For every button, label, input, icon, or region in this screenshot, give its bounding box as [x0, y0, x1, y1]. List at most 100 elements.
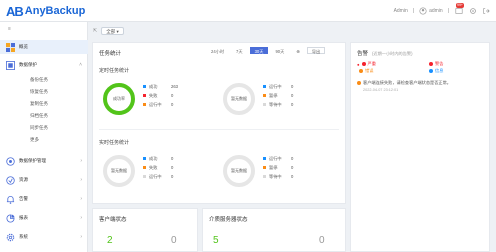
alert-level[interactable]: 错误	[357, 68, 373, 74]
media-server-status-panel: 介质服务器状态 5 0	[202, 208, 346, 252]
legend-dot	[263, 103, 266, 106]
alert-level-label: 错误	[365, 68, 374, 73]
alert-message[interactable]: 客户端连接失败，请检查客户端状态是否正常。	[357, 80, 451, 86]
alert-dot	[429, 69, 433, 73]
chevron-right-icon: ›	[80, 177, 82, 183]
alert-level[interactable]: 警告	[427, 61, 443, 67]
sidebar-item-label: 系统	[19, 234, 28, 239]
top-bar: AB AnyBackup Admin | admin | 99+	[0, 0, 496, 22]
protection-icon	[6, 60, 15, 70]
brand-mark: AB	[6, 3, 24, 19]
status-ring: 暂无数据	[103, 155, 135, 187]
time-filter-group: 24小时 7天 30天 90天 ⊕ 导出	[206, 47, 326, 54]
legend-c: 成功 0 失败 0 运行中 0	[143, 154, 173, 181]
settings-icon[interactable]	[469, 7, 477, 15]
filter-button-active[interactable]: 30天	[249, 47, 269, 54]
ring-label: 暂无数据	[111, 168, 127, 173]
legend-value: 0	[171, 102, 174, 107]
stat-online-count: 2	[107, 235, 113, 246]
legend-value: 0	[291, 102, 294, 107]
legend-dot	[143, 157, 146, 160]
legend-dot	[143, 175, 146, 178]
user-menu[interactable]: admin	[419, 7, 443, 15]
sidebar-subitem[interactable]: 备份任务	[30, 77, 48, 83]
legend-name: 暂停	[269, 92, 278, 98]
legend-name: 失败	[149, 164, 158, 170]
status-ring: 暂无数据	[223, 83, 255, 115]
filter-button[interactable]: 7天	[231, 47, 248, 54]
panel-title: 任务统计	[99, 51, 122, 57]
alert-level[interactable]: ● 严重	[357, 61, 376, 67]
alerts-title: 告警	[357, 51, 369, 57]
legend-d: 运行中 0 暂停 0 等待中 0	[263, 154, 293, 181]
user-name: admin	[429, 8, 443, 14]
user-icon	[419, 7, 427, 15]
refresh-icon[interactable]: ⊕	[291, 47, 305, 54]
warning-icon	[357, 81, 361, 85]
domain-select[interactable]: 全部 ▾	[101, 27, 124, 35]
stat-offline-count: 0	[319, 235, 325, 246]
chevron-right-icon: ›	[80, 196, 82, 202]
section-title: 实时任务统计	[99, 140, 130, 146]
legend-name: 成功	[149, 155, 158, 161]
divider: |	[412, 8, 415, 14]
legend-value: 0	[291, 156, 294, 161]
alerts-subtitle: (近期一小时内的告警)	[372, 51, 413, 56]
sidebar-subitem[interactable]: 恢复任务	[30, 89, 48, 95]
legend-row: 成功 0	[143, 154, 173, 163]
alert-level-label: 信息	[435, 68, 444, 73]
export-button[interactable]: 导出	[306, 47, 326, 54]
legend-name: 暂停	[269, 164, 278, 170]
sidebar-item-report[interactable]: 报表 ›	[0, 211, 88, 225]
divider: |	[447, 8, 449, 14]
legend-row: 运行中 0	[263, 154, 293, 163]
back-icon[interactable]: ⇱	[93, 28, 97, 34]
collapse-menu-button[interactable]: ≡	[8, 26, 11, 32]
legend-dot	[143, 94, 146, 97]
legend-value: 0	[291, 93, 294, 98]
legend-dot	[263, 94, 266, 97]
sidebar-item-storage[interactable]: 数据保护管理 ›	[0, 154, 88, 168]
legend-row: 等待中 0	[263, 100, 293, 109]
logout-icon[interactable]	[482, 7, 490, 15]
filter-button[interactable]: 24小时	[206, 47, 229, 54]
section-title: 定时任务统计	[99, 68, 130, 74]
legend-b: 运行中 0 暂停 0 等待中 0	[263, 82, 293, 109]
legend-row: 暂停 0	[263, 91, 293, 100]
sidebar-item-label: 概览	[19, 44, 28, 49]
sidebar-subitem[interactable]: 归档任务	[30, 113, 48, 119]
sidebar-subitem[interactable]: 更多	[30, 137, 39, 143]
top-actions: Admin | admin | 99+	[393, 3, 490, 17]
legend-dot	[263, 157, 266, 160]
chevron-up-icon: ˄	[79, 62, 82, 68]
legend-name: 运行中	[149, 173, 162, 179]
bell-icon	[6, 195, 15, 204]
filter-button[interactable]: 90天	[270, 47, 289, 54]
alert-level[interactable]: 信息	[427, 68, 443, 74]
alert-level-label: 警告	[435, 61, 444, 66]
alert-time: 2022-04-07 23:12:01	[363, 88, 399, 92]
alert-message-text: 客户端连接失败，请检查客户端状态是否正常。	[363, 80, 451, 85]
legend-name: 运行中	[149, 101, 162, 107]
notification-button[interactable]: 99+	[454, 3, 464, 16]
sidebar-item-protection[interactable]: 数据保护 ˄	[0, 58, 88, 72]
sidebar-item-overview[interactable]: 概览	[0, 40, 88, 54]
sidebar-item-system[interactable]: 系统 ›	[0, 230, 88, 244]
sidebar-item-label: 资源	[19, 177, 28, 182]
user-role: Admin	[393, 8, 408, 14]
alerts-panel: 告警 (近期一小时内的告警) ● 严重 警告 错误 信息 客户端连接失败，请检查客户…	[350, 42, 490, 252]
legend-name: 失败	[149, 92, 158, 98]
client-status-panel: 客户端状态 2 0	[92, 208, 198, 252]
ring-label: 暂无数据	[231, 96, 247, 101]
legend-row: 成功 263	[143, 82, 178, 91]
sidebar-subitem[interactable]: 同步任务	[30, 125, 48, 131]
panel-title: 告警 (近期一小时内的告警)	[357, 49, 413, 57]
legend-value: 263	[171, 84, 178, 89]
legend-name: 成功	[149, 83, 158, 89]
sidebar-item-alert[interactable]: 告警 ›	[0, 192, 88, 206]
gear-icon	[6, 233, 15, 241]
sidebar-item-resource[interactable]: 资源 ›	[0, 173, 88, 187]
resource-icon	[6, 175, 15, 185]
brand-logo[interactable]: AB AnyBackup	[6, 3, 85, 19]
sidebar-subitem[interactable]: 复制任务	[30, 101, 48, 107]
